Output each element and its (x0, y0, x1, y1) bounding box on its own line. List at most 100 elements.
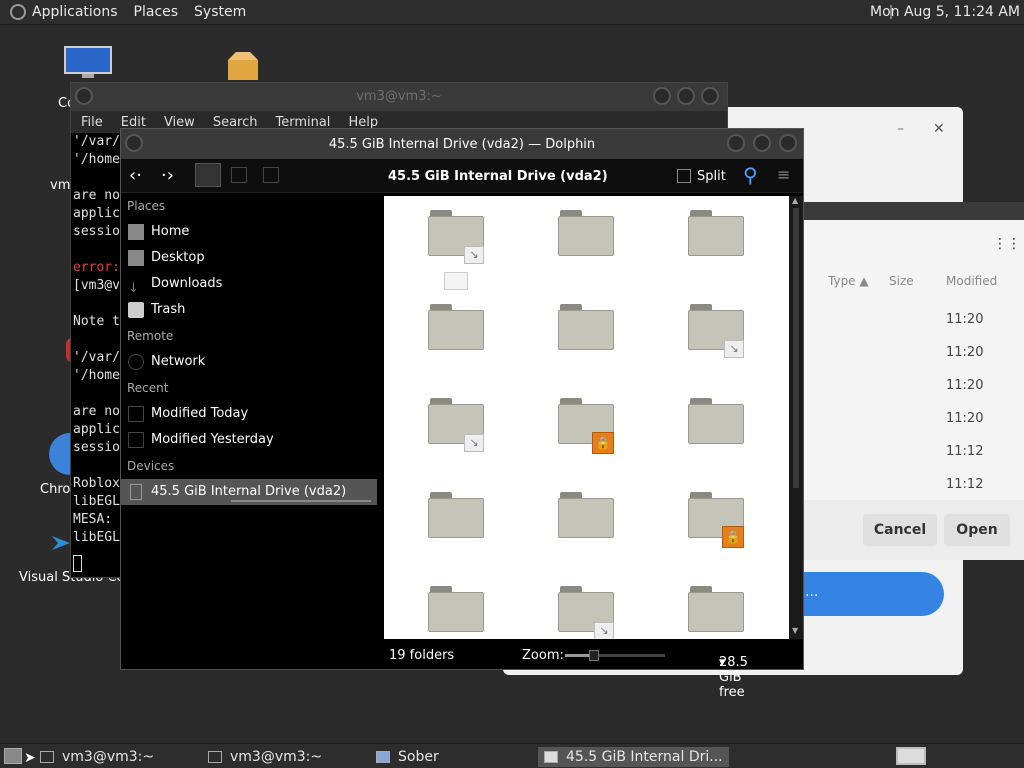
zoom-label: Zoom: (522, 648, 564, 663)
column-size[interactable]: Size (889, 274, 914, 288)
zoom-slider-handle[interactable] (589, 650, 599, 661)
task-terminal-1[interactable]: vm3@vm3:~ (40, 747, 154, 767)
computer-desktop-icon[interactable] (64, 46, 112, 84)
chrome-desktop-icon[interactable] (48, 432, 91, 480)
forward-icon[interactable]: ·› (161, 165, 174, 186)
trash-icon (128, 302, 144, 318)
minimize-icon[interactable] (727, 134, 745, 152)
folder-view[interactable]: ↘ ↘ ↘ 🔒 🔒 ↘ (384, 196, 789, 639)
home-icon (128, 224, 144, 240)
folder-icon[interactable] (428, 586, 484, 632)
applications-menu[interactable]: Applications (32, 4, 118, 20)
lock-badge-icon: 🔒 (722, 526, 744, 548)
maximize-icon[interactable] (753, 134, 771, 152)
downloads-icon: ↓ (128, 281, 139, 296)
dolphin-window[interactable]: 45.5 GiB Internal Drive (vda2) — Dolphin… (120, 128, 804, 700)
row-time: 11:20 (946, 345, 984, 360)
close-icon[interactable] (701, 87, 719, 105)
open-button[interactable]: Open (944, 514, 1010, 546)
details-view-icon[interactable] (263, 167, 279, 183)
status-bar: 19 folders Zoom: 28.5 GiB free ▾ (121, 641, 803, 700)
task-label: vm3@vm3:~ (230, 749, 323, 765)
scroll-down-icon[interactable]: ▼ (792, 626, 798, 635)
folder-icon[interactable] (688, 210, 744, 256)
task-terminal-2[interactable]: vm3@vm3:~ (208, 747, 322, 767)
remote-heading: Remote (127, 329, 174, 343)
places-panel: Places Home Desktop ↓ Downloads Trash Rem… (121, 193, 383, 641)
terminal-titlebar[interactable]: vm3@vm3:~ (71, 83, 727, 111)
scrollbar-thumb[interactable] (793, 208, 799, 488)
calendar-icon (128, 406, 144, 422)
lock-badge-icon: 🔒 (592, 432, 614, 454)
drive-icon (130, 484, 142, 500)
minimize-icon[interactable] (653, 87, 671, 105)
folder-icon[interactable] (558, 304, 614, 350)
split-icon[interactable] (677, 169, 691, 183)
places-menu[interactable]: Places (134, 4, 179, 20)
folder-icon[interactable] (688, 586, 744, 632)
scroll-up-icon[interactable]: ▲ (792, 196, 798, 205)
zoom-slider[interactable] (565, 650, 665, 661)
devices-heading: Devices (127, 459, 175, 473)
maximize-icon[interactable] (677, 87, 695, 105)
bottom-panel: ➤ vm3@vm3:~ vm3@vm3:~ Sober 45.5 GiB Int… (0, 743, 1024, 768)
close-icon[interactable]: ✕ (933, 121, 945, 137)
drive-icon (544, 751, 558, 763)
terminal-icon (40, 751, 54, 763)
split-button[interactable]: Split (697, 169, 726, 184)
chrome-label: Chro (40, 482, 71, 497)
system-menu[interactable]: System (194, 4, 246, 20)
sidebar-item-modified-today[interactable]: Modified Today (121, 401, 383, 427)
terminal-icon (208, 751, 222, 763)
row-time: 11:12 (946, 477, 984, 492)
column-modified[interactable]: Modified (946, 274, 997, 288)
sidebar-item-modified-yesterday[interactable]: Modified Yesterday (121, 427, 383, 453)
folder-icon[interactable] (428, 304, 484, 350)
task-sober[interactable]: Sober (376, 747, 439, 767)
vscode-desktop-icon[interactable] (52, 532, 70, 558)
show-desktop-icon[interactable] (4, 748, 22, 764)
sidebar-item-label: Modified Today (151, 406, 249, 421)
compact-view-icon[interactable] (231, 167, 247, 183)
sidebar-item-label: Desktop (151, 250, 205, 265)
workspace-switcher-icon[interactable] (896, 747, 926, 765)
sidebar-item-home[interactable]: Home (121, 219, 383, 245)
row-time: 11:20 (946, 378, 984, 393)
task-dolphin[interactable]: 45.5 GiB Internal Dri... (538, 747, 729, 767)
back-icon[interactable]: ‹· (129, 165, 142, 186)
symlink-badge-icon: ↘ (464, 434, 484, 452)
sidebar-item-label: Trash (151, 302, 186, 317)
location-label[interactable]: 45.5 GiB Internal Drive (vda2) (388, 169, 608, 184)
dolphin-titlebar[interactable]: 45.5 GiB Internal Drive (vda2) — Dolphin (121, 129, 803, 159)
minimize-icon[interactable]: – (897, 121, 904, 137)
sidebar-item-network[interactable]: Network (121, 349, 383, 375)
column-type[interactable]: Type ▲ (828, 274, 869, 288)
window-icon (376, 751, 390, 763)
folder-name-edit-box[interactable] (444, 272, 468, 290)
folder-icon[interactable] (688, 398, 744, 444)
folder-icon[interactable] (428, 492, 484, 538)
distro-logo-icon[interactable] (10, 4, 26, 20)
dolphin-toolbar: ‹· ·› 45.5 GiB Internal Drive (vda2) Spl… (121, 159, 803, 193)
calendar-icon (128, 432, 144, 448)
monitor-icon (64, 46, 112, 78)
clock[interactable]: Mon Aug 5, 11:24 AM (870, 4, 1020, 20)
sidebar-item-desktop[interactable]: Desktop (121, 245, 383, 271)
sidebar-item-trash[interactable]: Trash (121, 297, 383, 323)
menu-file[interactable]: File (81, 115, 103, 130)
package-icon (228, 52, 258, 80)
vm-label: vm (50, 178, 71, 193)
sidebar-item-downloads[interactable]: ↓ Downloads (121, 271, 383, 297)
grid-menu-icon[interactable]: ⋮⋮ (993, 236, 1021, 252)
package-desktop-icon[interactable] (226, 52, 260, 86)
terminal-cursor (73, 555, 82, 572)
cancel-button[interactable]: Cancel (863, 514, 937, 546)
folder-icon[interactable] (558, 492, 614, 538)
hamburger-menu-icon[interactable]: ≡ (777, 165, 790, 184)
folder-icon[interactable] (558, 210, 614, 256)
vertical-scrollbar[interactable]: ▲ ▼ (789, 196, 803, 639)
icons-view-icon[interactable] (195, 163, 221, 187)
close-icon[interactable] (779, 134, 797, 152)
sidebar-item-internal-drive[interactable]: 45.5 GiB Internal Drive (vda2) (121, 479, 377, 505)
search-icon[interactable]: ⚲ (743, 163, 758, 187)
